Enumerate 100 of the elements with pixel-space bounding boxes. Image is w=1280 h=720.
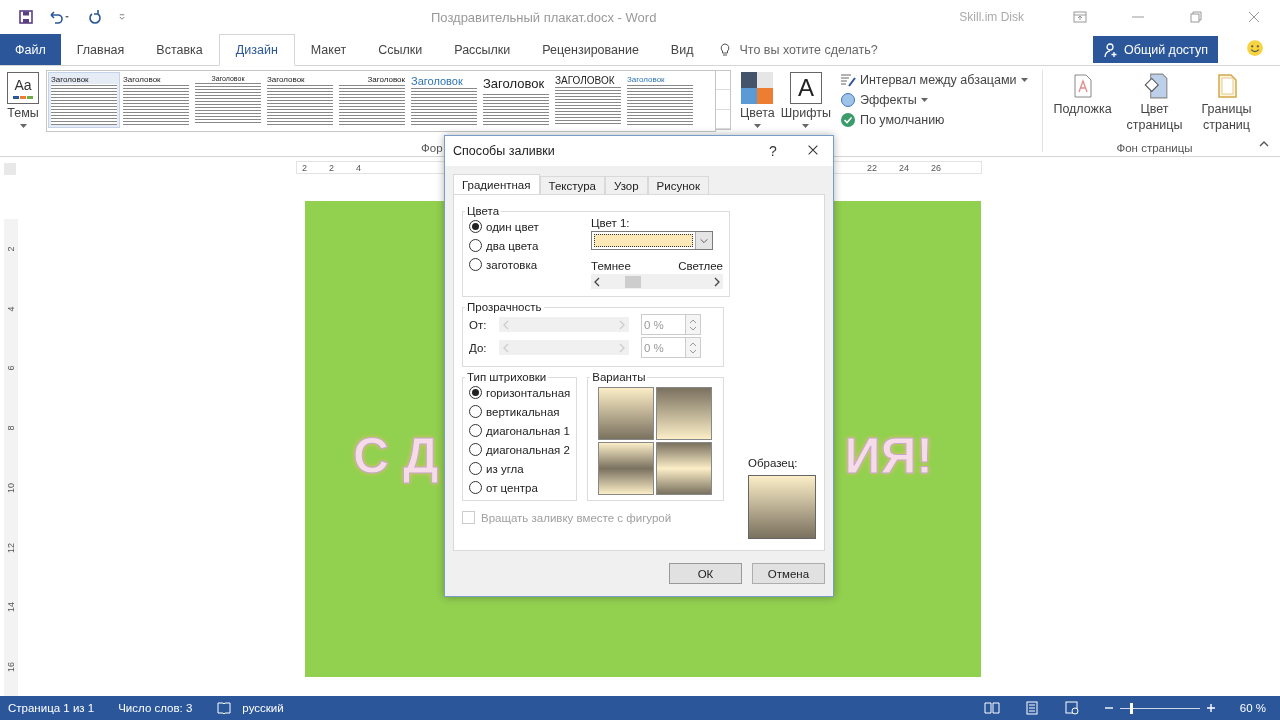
page-count[interactable]: Страница 1 из 1 [8,702,95,714]
page-background-button[interactable]: Границы страниц [1192,70,1261,136]
radio-circle[interactable] [469,220,482,233]
ruler-number: 4 [356,162,362,173]
dialog-tab[interactable]: Текстура [539,176,605,194]
page-background-button[interactable]: Подложка [1048,70,1117,136]
word-count[interactable]: Число слов: 3 [118,702,193,714]
color-palette-icon[interactable] [741,72,774,104]
radio-option[interactable]: горизонтальная [469,383,571,402]
smiley-icon[interactable] [1246,39,1264,57]
ribbon-tab[interactable]: Вставка [140,34,219,65]
ruler-number: 4 [6,306,16,312]
ribbon-tab[interactable]: Рассылки [438,34,527,65]
ribbon-command[interactable]: Интервал между абзацами [839,72,1028,88]
gallery-scrollbar[interactable] [716,70,731,130]
style-heading: Заголовок [411,75,464,87]
gradient-variant[interactable] [656,442,713,495]
gradient-variant[interactable] [598,387,655,440]
radio-circle[interactable] [469,424,482,437]
style-heading: Заголовок [51,75,90,84]
chevron-left-icon [593,276,601,287]
read-mode-icon[interactable] [983,700,1000,716]
radio-circle[interactable] [469,386,482,399]
style-heading: Заголовок [483,75,546,93]
poster-heading: ИЯ! [844,427,933,485]
dialog-tab[interactable]: Градиентная [453,174,540,194]
radio-option[interactable]: два цвета [469,236,539,255]
ok-button[interactable]: ОК [669,563,742,584]
ribbon-tab[interactable]: Вид [654,34,710,65]
radio-option[interactable]: заготовка [469,255,538,274]
field-label: До: [469,341,488,354]
zoom-slider-thumb[interactable] [1130,702,1134,714]
paragraph-spacing-icon[interactable] [839,72,856,88]
style-set-thumbnail[interactable]: Заголовок [48,72,120,128]
zoom-level[interactable]: 60 % [1239,702,1266,714]
color-dropdown[interactable] [591,231,713,250]
print-layout-icon[interactable] [1023,700,1040,716]
radio-option[interactable]: от центра [469,478,538,497]
chevron-right-icon [618,319,626,330]
radio-option[interactable]: из угла [469,459,524,478]
dialog-tab[interactable]: Рисунок [647,176,709,194]
group-label: Тип штриховки [466,371,548,383]
radio-circle[interactable] [469,258,482,271]
ruler-number: 8 [6,425,16,431]
effects-circle-icon[interactable] [839,92,856,108]
style-heading: Заголовок [366,75,405,84]
ruler-number: 6 [6,365,16,371]
group-label: Фон страницы [1116,142,1193,156]
color-strip-icon [13,96,33,100]
zoom-in-icon[interactable] [1205,703,1216,713]
ruler-number: 2 [6,246,16,252]
web-layout-icon[interactable] [1063,700,1080,716]
group-label: Фор [421,142,443,154]
undo-icon[interactable] [48,9,72,25]
ribbon-command[interactable]: Эффекты [839,92,1028,108]
brightness-slider[interactable] [591,274,723,289]
person-add-icon[interactable] [1103,41,1119,58]
gradient-variant[interactable] [598,442,655,495]
ribbon-command[interactable]: По умолчанию [839,112,1028,128]
style-heading: ЗАГОЛОВОК [555,75,616,86]
themes-button[interactable]: Aa Темы [4,70,42,156]
save-icon[interactable] [18,9,34,25]
share-button[interactable]: Общий доступ [1093,36,1218,63]
ribbon-tab[interactable]: Дизайн [218,34,295,66]
sample-label: Образец: [748,457,799,469]
language-indicator[interactable]: русский [242,702,284,714]
page-background-button[interactable]: Цвет страницы [1120,70,1189,136]
dialog-tab[interactable]: Узор [605,176,648,194]
ribbon-tab[interactable]: Ссылки [362,34,439,65]
chevron-right-icon [713,276,721,287]
radio-option[interactable]: один цвет [469,217,539,236]
dropdown-caret-icon [19,123,27,128]
tell-me-field[interactable]: Что вы хотите сделать? [739,42,878,57]
radio-option[interactable]: диагональная 2 [469,440,570,459]
radio-option[interactable]: диагональная 1 [469,421,570,440]
ribbon-tab[interactable]: Главная [60,34,141,65]
redo-icon[interactable] [86,9,102,25]
vertical-ruler[interactable]: 2 4 6 8 10 12 14 16 [4,219,18,697]
radio-circle[interactable] [469,405,482,418]
group-label: Цвета [466,205,501,217]
style-heading: Заголовок [267,75,306,84]
ribbon-tab[interactable]: Макет [294,34,363,65]
checkmark-icon[interactable] [839,112,856,128]
radio-circle[interactable] [469,462,482,475]
file-menu-tab[interactable]: Файл [0,34,61,65]
cancel-button[interactable]: Отмена [752,563,825,584]
group-label: Прозрачность [466,301,543,313]
ruler-number: 16 [6,662,16,673]
slider-thumb[interactable] [625,276,642,288]
radio-circle[interactable] [469,239,482,252]
gradient-variant[interactable] [656,387,713,440]
radio-option[interactable]: вертикальная [469,402,560,421]
style-heading: Заголовок [627,75,666,84]
radio-circle[interactable] [469,481,482,494]
ribbon-tab[interactable]: Рецензирование [526,34,655,65]
radio-circle[interactable] [469,443,482,456]
ruler-number: 10 [6,482,16,493]
spin-arrows-icon [688,317,698,332]
field-label: От: [469,318,488,331]
proofing-book-icon[interactable] [216,700,233,716]
